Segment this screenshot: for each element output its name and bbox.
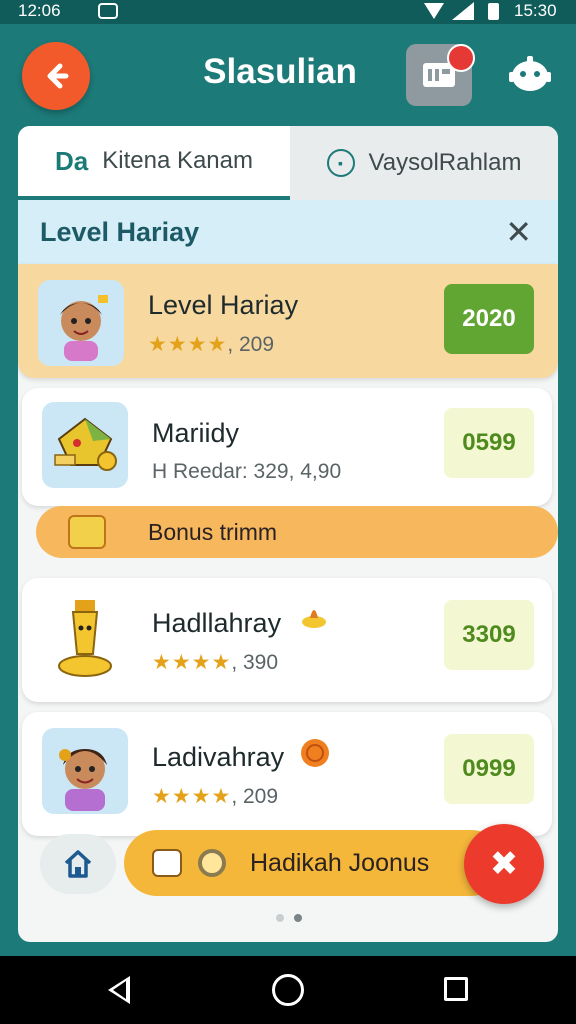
row-rating: ★★★★, 209: [148, 332, 274, 357]
status-bar: 12:06 15:30: [0, 0, 576, 24]
tab-kitena-kanam[interactable]: Da Kitena Kanam: [18, 126, 290, 200]
tab-frame-icon: ▪: [326, 149, 355, 177]
back-icon[interactable]: [108, 976, 130, 1004]
tab-label: VaysolRahlam: [368, 149, 522, 176]
list-item[interactable]: Hadllahray ★★★★, 390 3309: [22, 578, 552, 702]
row-name: Hadllahray: [152, 608, 282, 638]
main-card: Da Kitena Kanam ▪ VaysolRahlam Level Har…: [18, 126, 558, 942]
bot-face-icon: [509, 56, 551, 91]
fab-close-button[interactable]: ✖: [464, 824, 544, 904]
score-badge: 0999: [444, 734, 534, 804]
girl-avatar-icon: [59, 749, 107, 811]
row-name: Mariidy: [152, 418, 240, 448]
kid-avatar-icon: [60, 295, 108, 361]
close-icon[interactable]: ✕: [505, 213, 532, 251]
level-title: Level Hariay: [40, 216, 200, 247]
status-time: 12:06: [18, 1, 61, 20]
app-bar: Slasulian: [0, 24, 576, 124]
row-subtitle: H Reedar: 329, 4,90: [152, 460, 342, 483]
score-badge: 0599: [444, 408, 534, 478]
tab-label: Kitena Kanam: [102, 147, 253, 174]
signal-icon: [452, 2, 474, 20]
bot-button[interactable]: [504, 48, 556, 100]
tab-logo-icon: Da: [54, 145, 89, 176]
tab-bar: Da Kitena Kanam ▪ VaysolRahlam: [18, 126, 558, 200]
bonus-label: Bonus trimm: [148, 518, 278, 545]
star-rating-icon: ★★★★: [152, 785, 232, 808]
orange-coin-icon: [301, 739, 329, 767]
home-icon: [64, 850, 92, 878]
footer-bar: Hadikah Joonus ✖: [18, 824, 558, 910]
home-button[interactable]: [40, 834, 116, 894]
notification-icon: [98, 3, 118, 19]
hadikah-label: Hadikah Joonus: [250, 848, 430, 877]
item-thumbnail: [42, 402, 128, 488]
row-count: , 390: [231, 651, 279, 674]
home-circle-icon[interactable]: [272, 974, 304, 1006]
list-item[interactable]: Mariidy H Reedar: 329, 4,90 0599: [22, 388, 552, 506]
close-x-icon: ✖: [489, 845, 519, 883]
star-rating-icon: ★★★★: [152, 651, 232, 674]
row-count: , 209: [227, 333, 275, 356]
row-rating: ★★★★, 390: [152, 650, 278, 675]
list-item[interactable]: Ladivahray ★★★★, 209 0999: [22, 712, 552, 836]
item-thumbnail: [42, 596, 128, 682]
magnifier-icon: [198, 849, 226, 877]
page-indicator: [276, 914, 302, 922]
score-badge: 3309: [444, 600, 534, 670]
wifi-icon: [424, 3, 444, 19]
row-count: , 209: [231, 785, 279, 808]
page-dot-active: [294, 914, 302, 922]
arrow-left-icon: [47, 63, 69, 89]
page-dot: [276, 914, 284, 922]
bonus-ticket-icon: [68, 515, 106, 549]
bonus-button[interactable]: Bonus trimm: [36, 506, 558, 558]
level-header: Level Hariay ✕: [18, 200, 558, 264]
recents-icon[interactable]: [444, 977, 468, 1001]
trophy-icon: [58, 600, 112, 677]
avatar: [38, 280, 124, 366]
system-nav-bar: [0, 956, 576, 1024]
row-name: Level Hariay: [148, 290, 299, 320]
notification-badge: [447, 44, 475, 72]
score-badge: 2020: [444, 284, 534, 354]
star-rating-icon: ★★★★: [148, 333, 228, 356]
row-name: Ladivahray: [152, 742, 285, 772]
back-button[interactable]: [22, 42, 90, 110]
list-item[interactable]: Level Hariay ★★★★, 209 2020: [18, 264, 558, 378]
tab-vaysolrahlam[interactable]: ▪ VaysolRahlam: [290, 126, 558, 200]
status-time-right: 15:30: [514, 1, 557, 20]
row-rating: ★★★★, 209: [152, 784, 278, 809]
avatar: [42, 728, 128, 814]
page-title: Slasulian: [203, 52, 357, 91]
treasure-icon: [54, 417, 117, 471]
gold-bowl-icon: [302, 610, 326, 628]
ticket-icon: [152, 849, 182, 877]
battery-icon: [488, 3, 499, 20]
hadikah-bonus-button[interactable]: Hadikah Joonus: [124, 830, 504, 896]
